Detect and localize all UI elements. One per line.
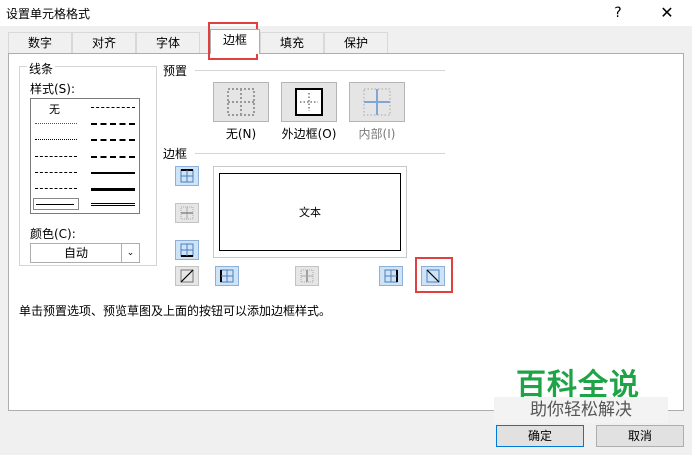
button-highlight-box (415, 257, 453, 293)
chevron-down-icon[interactable]: ⌄ (121, 244, 139, 262)
border-middle-horizontal-icon (180, 206, 194, 220)
watermark-subtitle: 助你轻松解决 (494, 397, 668, 423)
border-bottom-icon (180, 243, 194, 257)
color-label: 颜色(C): (30, 227, 76, 241)
tab-protection[interactable]: 保护 (324, 32, 388, 54)
tab-font[interactable]: 字体 (136, 32, 200, 54)
line-group-label: 线条 (27, 60, 56, 77)
preset-outline-button[interactable] (281, 82, 337, 122)
line-style-medium-dash-dot[interactable] (91, 139, 135, 141)
line-style-dash-dot[interactable] (35, 172, 77, 173)
line-style-double[interactable] (91, 203, 135, 206)
border-left-button[interactable] (215, 266, 239, 286)
preview-cell[interactable]: 文本 (219, 173, 401, 251)
line-style-medium[interactable] (91, 172, 135, 174)
border-diagonal-up-button[interactable] (175, 266, 199, 286)
preset-outline-icon (295, 88, 323, 116)
border-preview[interactable]: 文本 (213, 166, 407, 258)
hint-text: 单击预置选项、预览草图及上面的按钮可以添加边框样式。 (19, 304, 332, 318)
border-right-icon (384, 269, 398, 283)
line-style-hair[interactable] (35, 123, 77, 124)
line-style-medium-dashed[interactable] (91, 156, 135, 158)
line-style-dashed[interactable] (35, 188, 77, 189)
line-style-list[interactable]: 无 (30, 98, 140, 214)
color-select[interactable]: 自动 ⌄ (30, 243, 140, 263)
line-style-dash-dot-dot[interactable] (35, 156, 77, 157)
line-style-slanted-dash-dot[interactable] (91, 123, 135, 125)
border-top-button[interactable] (175, 166, 199, 186)
border-middle-vertical-icon (300, 269, 314, 283)
color-value: 自动 (63, 246, 88, 260)
cancel-button[interactable]: 取消 (596, 425, 684, 447)
border-middle-horizontal-button[interactable] (175, 203, 199, 223)
tab-alignment[interactable]: 对齐 (72, 32, 136, 54)
ok-button[interactable]: 确定 (496, 425, 584, 447)
preset-outline-label: 外边框(O) (281, 127, 337, 141)
border-left-icon (220, 269, 234, 283)
preset-none-label: 无(N) (225, 127, 257, 141)
preset-none-button[interactable] (213, 82, 269, 122)
preset-inside-icon (363, 88, 391, 116)
border-diagonal-up-icon (180, 269, 194, 283)
preset-inside-button[interactable] (349, 82, 405, 122)
style-label: 样式(S): (30, 82, 76, 96)
presets-group-label: 预置 (163, 64, 188, 78)
tab-fill[interactable]: 填充 (260, 32, 324, 54)
preset-inside-label: 内部(I) (358, 127, 396, 141)
line-style-none[interactable]: 无 (49, 101, 60, 117)
preview-text: 文本 (299, 206, 321, 219)
line-style-thin-selected[interactable] (33, 198, 79, 210)
title-bar: 设置单元格格式 ? ✕ (0, 0, 692, 26)
border-group-label: 边框 (163, 147, 188, 161)
tab-border[interactable]: 边框 (210, 29, 260, 54)
presets-separator (195, 70, 445, 71)
border-separator (195, 153, 445, 154)
dialog-title: 设置单元格格式 (6, 7, 91, 21)
line-style-thick[interactable] (91, 188, 135, 191)
tab-number[interactable]: 数字 (8, 32, 72, 54)
close-button[interactable]: ✕ (656, 3, 678, 23)
line-style-medium-dash-dot-dot[interactable] (91, 107, 135, 108)
border-bottom-button[interactable] (175, 240, 199, 260)
border-middle-vertical-button[interactable] (295, 266, 319, 286)
border-top-icon (180, 169, 194, 183)
help-button[interactable]: ? (608, 3, 628, 23)
line-style-dotted[interactable] (35, 139, 77, 140)
preset-none-icon (227, 88, 255, 116)
border-right-button[interactable] (379, 266, 403, 286)
border-panel: 线条 样式(S): 无 颜色(C): 自动 ⌄ 预置 无(N) 外边框(O) 内… (8, 53, 684, 411)
